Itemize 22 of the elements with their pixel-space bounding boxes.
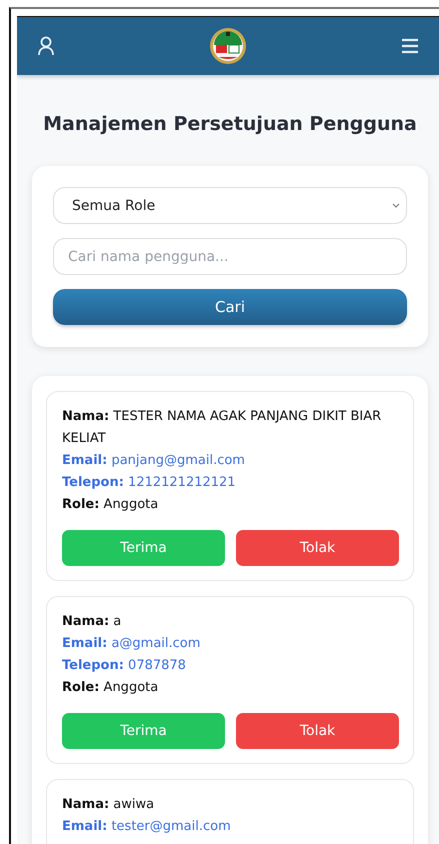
info-text: Role: Anggota — [62, 496, 160, 514]
reject-button[interactable]: Tolak — [236, 530, 399, 566]
info-text: Nama: TESTER NAMA AGAK PANJANG DIKIT BIAR KELIAT — [62, 408, 382, 448]
info-text: Nama: a — [62, 613, 122, 631]
emblem-logo — [209, 27, 247, 65]
search-field[interactable]: Cari nama pengguna... — [53, 238, 407, 275]
reject-button[interactable]: Tolak — [236, 713, 399, 749]
contact-text: Email: tester@gmail.com — [62, 818, 232, 836]
info-text: Role: Anggota — [62, 679, 160, 697]
chevron-down-icon — [392, 203, 400, 208]
accept-button[interactable]: Terima — [62, 713, 225, 749]
search-button[interactable]: Cari — [53, 289, 407, 325]
accept-button[interactable]: Terima — [62, 530, 225, 566]
contact-text: Email: a@gmail.com — [62, 635, 202, 653]
contact-text: Telepon: 0787878 — [62, 657, 187, 675]
contact-text: Telepon: 1212121212121 — [62, 474, 237, 492]
contact-text: Email: panjang@gmail.com — [62, 452, 246, 470]
user-icon[interactable] — [37, 36, 55, 56]
info-text: Nama: awiwa — [62, 796, 156, 814]
menu-icon[interactable] — [401, 38, 419, 54]
role-select[interactable]: Semua Role — [53, 187, 407, 224]
page-title: Manajemen Persetujuan Pengguna — [42, 113, 418, 135]
